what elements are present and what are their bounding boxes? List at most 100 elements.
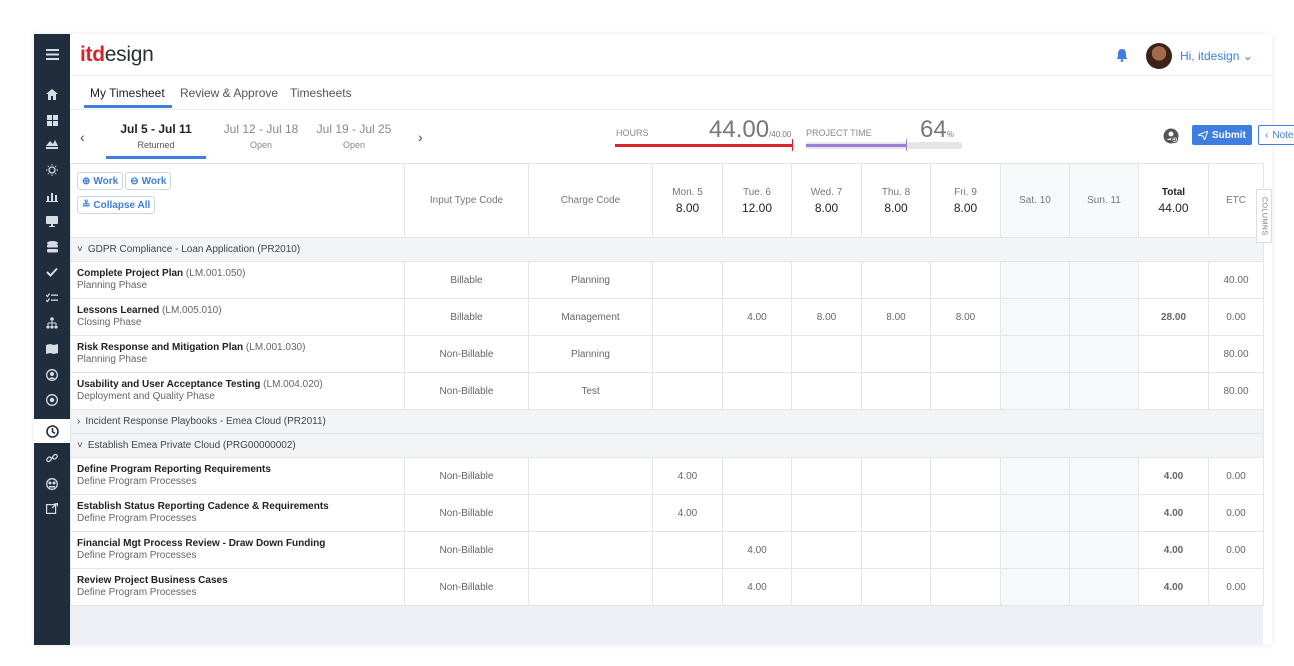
row-total-cell[interactable]: 4.00: [1138, 457, 1209, 495]
table-row[interactable]: Define Program Reporting Requirements De…: [70, 457, 1264, 495]
etc-cell[interactable]: 0.00: [1208, 457, 1264, 495]
hours-cell-wed[interactable]: [791, 261, 862, 299]
etc-cell[interactable]: 0.00: [1208, 568, 1264, 606]
col-tue[interactable]: Tue. 6 12.00: [722, 163, 792, 238]
next-week-button[interactable]: ›: [418, 129, 423, 145]
tab-timesheets[interactable]: Timesheets: [290, 86, 352, 100]
task-name-cell[interactable]: Financial Mgt Process Review - Draw Down…: [70, 531, 405, 569]
support-agent-icon[interactable]: [34, 365, 70, 385]
hours-cell-fri[interactable]: [930, 531, 1001, 569]
chevron-down-icon[interactable]: ˅: [77, 440, 83, 451]
collapse-all-button[interactable]: ≚ Collapse All: [77, 196, 156, 214]
col-input-type[interactable]: Input Type Code: [404, 163, 529, 238]
hours-cell-thu[interactable]: [861, 335, 931, 373]
notes-button[interactable]: ‹ Notes: [1258, 125, 1294, 145]
hours-cell-sat[interactable]: [1000, 298, 1070, 336]
hours-cell-tue[interactable]: [722, 261, 792, 299]
input-type-cell[interactable]: Non-Billable: [404, 372, 529, 410]
charge-code-cell[interactable]: [528, 531, 653, 569]
hours-cell-sun[interactable]: [1069, 335, 1139, 373]
remove-work-button[interactable]: ⊖ Work: [125, 172, 172, 190]
etc-cell[interactable]: 80.00: [1208, 335, 1264, 373]
hours-cell-fri[interactable]: [930, 261, 1001, 299]
input-type-cell[interactable]: Non-Billable: [404, 494, 529, 532]
hours-cell-tue[interactable]: [722, 494, 792, 532]
settings-person-icon[interactable]: [34, 390, 70, 410]
hours-cell-sun[interactable]: [1069, 372, 1139, 410]
bell-icon[interactable]: [1116, 48, 1128, 62]
hours-cell-thu[interactable]: 8.00: [861, 298, 931, 336]
hours-cell-fri[interactable]: [930, 494, 1001, 532]
hours-cell-wed[interactable]: [791, 494, 862, 532]
map-icon[interactable]: [34, 339, 70, 359]
menu-icon[interactable]: [34, 44, 70, 64]
task-name-cell[interactable]: Complete Project Plan (LM.001.050) Planni…: [70, 261, 405, 299]
col-wed[interactable]: Wed. 7 8.00: [791, 163, 862, 238]
hours-cell-sat[interactable]: [1000, 261, 1070, 299]
table-row[interactable]: Usability and User Acceptance Testing (L…: [70, 372, 1264, 410]
chart-mountain-icon[interactable]: [34, 133, 70, 153]
database-icon[interactable]: [34, 237, 70, 257]
row-total-cell[interactable]: 28.00: [1138, 298, 1209, 336]
row-total-cell[interactable]: 4.00: [1138, 494, 1209, 532]
hours-cell-sat[interactable]: [1000, 568, 1070, 606]
chevron-down-icon[interactable]: ˅: [77, 244, 83, 255]
week-jul-19[interactable]: Jul 19 - Jul 25 Open: [306, 122, 402, 150]
hours-cell-sat[interactable]: [1000, 494, 1070, 532]
input-type-cell[interactable]: Non-Billable: [404, 531, 529, 569]
avatar[interactable]: [1146, 43, 1172, 69]
link-icon[interactable]: [34, 448, 70, 468]
task-name-cell[interactable]: Review Project Business Cases Define Pro…: [70, 568, 405, 606]
hours-cell-wed[interactable]: 8.00: [791, 298, 862, 336]
group-row[interactable]: ˅ GDPR Compliance - Loan Application (PR2…: [70, 237, 1264, 262]
hours-cell-wed[interactable]: [791, 372, 862, 410]
hours-cell-mon[interactable]: [652, 335, 723, 373]
task-name-cell[interactable]: Define Program Reporting Requirements De…: [70, 457, 405, 495]
etc-cell[interactable]: 40.00: [1208, 261, 1264, 299]
hours-cell-sat[interactable]: [1000, 457, 1070, 495]
group-settings-icon[interactable]: [34, 474, 70, 494]
hours-cell-sun[interactable]: [1069, 298, 1139, 336]
hours-cell-tue[interactable]: [722, 457, 792, 495]
hours-cell-wed[interactable]: [791, 568, 862, 606]
hours-cell-fri[interactable]: 8.00: [930, 298, 1001, 336]
search-user-icon[interactable]: [1163, 128, 1179, 147]
row-total-cell[interactable]: 4.00: [1138, 531, 1209, 569]
hours-cell-thu[interactable]: [861, 372, 931, 410]
hours-cell-tue[interactable]: 4.00: [722, 568, 792, 606]
input-type-cell[interactable]: Billable: [404, 298, 529, 336]
hours-cell-tue[interactable]: [722, 335, 792, 373]
hours-cell-sat[interactable]: [1000, 372, 1070, 410]
row-total-cell[interactable]: [1138, 335, 1209, 373]
hours-cell-wed[interactable]: [791, 531, 862, 569]
hours-cell-mon[interactable]: [652, 372, 723, 410]
hours-cell-thu[interactable]: [861, 261, 931, 299]
group-row[interactable]: › Incident Response Playbooks - Emea Clou…: [70, 409, 1264, 434]
hours-cell-wed[interactable]: [791, 335, 862, 373]
app-logo[interactable]: itdesign: [80, 43, 154, 67]
hours-cell-mon[interactable]: [652, 298, 723, 336]
table-row[interactable]: Review Project Business Cases Define Pro…: [70, 568, 1264, 606]
columns-panel-toggle[interactable]: COLUMNS: [1256, 189, 1272, 243]
hours-cell-fri[interactable]: [930, 372, 1001, 410]
check-icon[interactable]: [34, 262, 70, 282]
external-link-icon[interactable]: [34, 498, 70, 518]
week-jul-12[interactable]: Jul 12 - Jul 18 Open: [213, 122, 309, 150]
monitor-icon[interactable]: [34, 211, 70, 231]
clock-icon[interactable]: [34, 419, 70, 443]
charge-code-cell[interactable]: Planning: [528, 261, 653, 299]
input-type-cell[interactable]: Billable: [404, 261, 529, 299]
row-total-cell[interactable]: 4.00: [1138, 568, 1209, 606]
group-row[interactable]: ˅ Establish Emea Private Cloud (PRG000000…: [70, 433, 1264, 458]
table-row[interactable]: Lessons Learned (LM.005.010) Closing Phas…: [70, 298, 1264, 336]
table-row[interactable]: Risk Response and Mitigation Plan (LM.00…: [70, 335, 1264, 373]
user-menu[interactable]: Hi, itdesign ⌄: [1180, 49, 1253, 63]
charge-code-cell[interactable]: Test: [528, 372, 653, 410]
hours-cell-mon[interactable]: 4.00: [652, 494, 723, 532]
submit-button[interactable]: Submit: [1192, 125, 1252, 145]
task-name-cell[interactable]: Establish Status Reporting Cadence & Req…: [70, 494, 405, 532]
chevron-right-icon[interactable]: ›: [77, 416, 80, 427]
charge-code-cell[interactable]: Planning: [528, 335, 653, 373]
hours-cell-mon[interactable]: [652, 568, 723, 606]
hours-cell-fri[interactable]: [930, 335, 1001, 373]
